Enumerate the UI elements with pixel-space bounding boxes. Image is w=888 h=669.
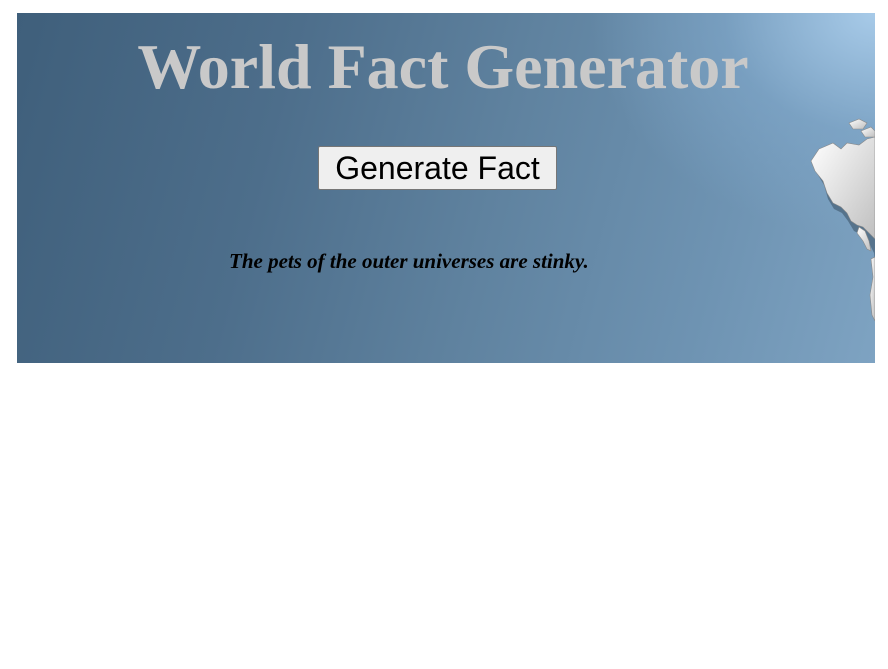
world-map-icon (810, 118, 875, 322)
page-title: World Fact Generator (137, 31, 749, 102)
generate-fact-button[interactable]: Generate Fact (318, 146, 557, 190)
hero-banner: World Fact Generator Generate Fact The p… (17, 13, 875, 363)
fact-text: The pets of the outer universes are stin… (229, 249, 589, 273)
